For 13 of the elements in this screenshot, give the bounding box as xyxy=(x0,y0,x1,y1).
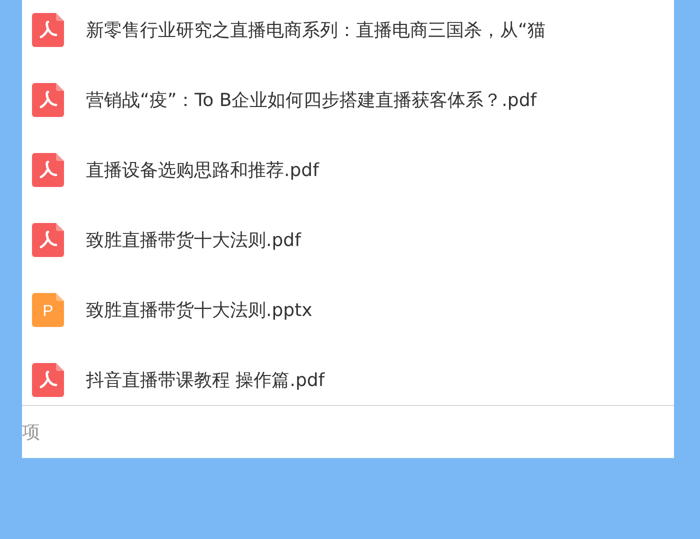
pdf-file-icon xyxy=(32,153,64,187)
presentation-file-icon: P xyxy=(32,293,64,327)
pdf-file-icon xyxy=(32,363,64,397)
pdf-file-icon xyxy=(32,13,64,47)
pdf-file-icon xyxy=(32,83,64,117)
file-name[interactable]: 致胜直播带货十大法则.pdf xyxy=(86,226,301,254)
file-name[interactable]: 新零售行业研究之直播电商系列：直播电商三国杀，从“猫 xyxy=(86,16,546,44)
pdf-file-icon xyxy=(32,223,64,257)
file-name[interactable]: 直播设备选购思路和推荐.pdf xyxy=(86,156,319,184)
footer-text: 项 xyxy=(22,420,40,444)
file-name[interactable]: 抖音直播带课教程 操作篇.pdf xyxy=(86,366,325,394)
file-name[interactable]: 致胜直播带货十大法则.pptx xyxy=(86,296,312,324)
file-name[interactable]: 营销战“疫”：To B企业如何四步搭建直播获客体系？.pdf xyxy=(86,86,537,114)
